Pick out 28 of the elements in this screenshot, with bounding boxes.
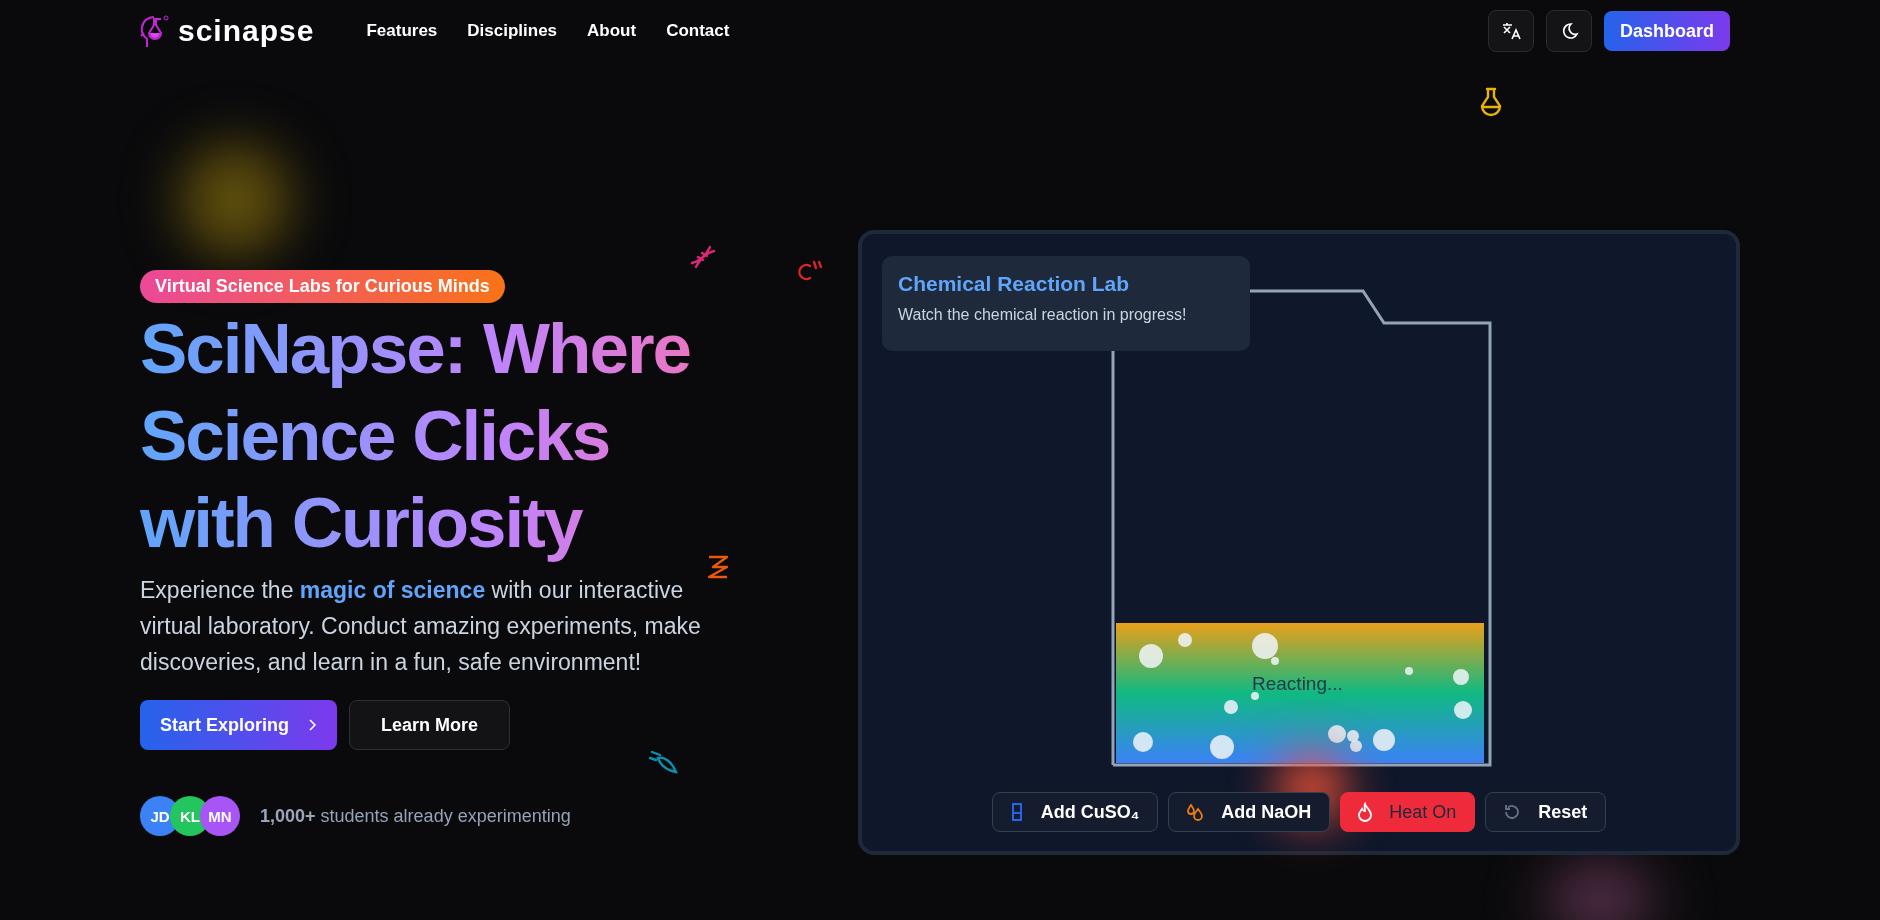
lab-control-button[interactable]: Heat On	[1340, 792, 1476, 832]
hero-description: Experience the magic of science with our interactive virtual laboratory. Conduct amazing experiments, make discoveries, and learn in a fun, safe environment!	[140, 576, 702, 677]
lab-subtitle: Watch the chemical reaction in progress!	[898, 306, 1188, 324]
social-proof: 1,000+ students already experimenting	[260, 805, 571, 827]
flask-icon	[1478, 86, 1504, 118]
lab-control-button[interactable]: Reset	[1485, 792, 1607, 832]
avatar: MN	[200, 796, 240, 836]
lab-control-button[interactable]: Add CuSO₄	[991, 792, 1159, 832]
translate-icon	[1500, 21, 1521, 41]
flame-icon	[1357, 802, 1374, 822]
learn-more-button[interactable]: Learn More	[349, 700, 511, 750]
nav-link[interactable]: Disciplines	[467, 21, 558, 41]
drops-icon	[1185, 802, 1206, 822]
logo-icon	[140, 13, 170, 49]
chevron-icon	[307, 718, 317, 732]
lab-control-button[interactable]: Add NaOH	[1168, 792, 1331, 832]
brand-name[interactable]: scinapse	[178, 14, 315, 48]
lab-title: Chemical Reaction Lab	[898, 272, 1131, 296]
reaction-status: Reacting...	[1252, 673, 1343, 695]
lightning-icon	[705, 554, 731, 580]
start-button[interactable]: Start Exploring	[140, 700, 337, 750]
nav-link[interactable]: About	[587, 21, 637, 41]
dashboard-button[interactable]: Dashboard	[1603, 11, 1730, 51]
theme-button[interactable]	[1545, 10, 1592, 52]
hero-badge: Virtual Science Labs for Curious Minds	[140, 270, 505, 303]
translate-button[interactable]	[1487, 10, 1534, 52]
nav-link[interactable]: Features	[366, 21, 438, 41]
nav-link[interactable]: Contact	[666, 21, 730, 41]
